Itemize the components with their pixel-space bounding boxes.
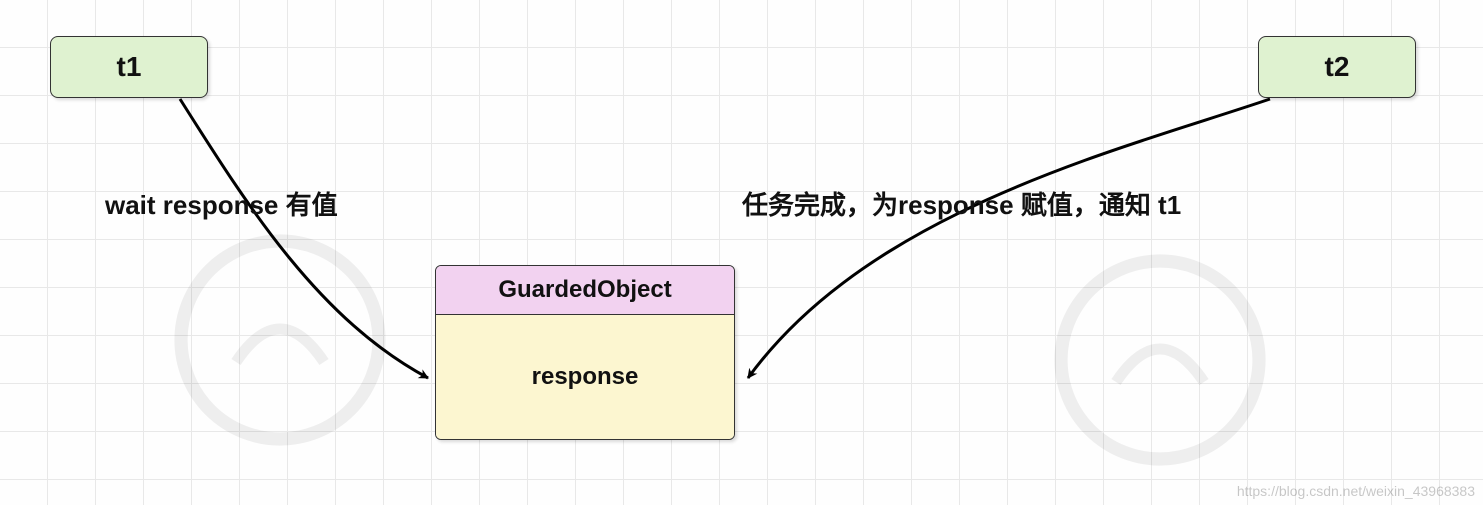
- watermark-url: https://blog.csdn.net/weixin_43968383: [1237, 483, 1475, 499]
- node-t1: t1: [50, 36, 208, 98]
- node-guarded-object: GuardedObject response: [435, 265, 735, 440]
- edge-t2-to-guarded: [748, 99, 1270, 378]
- node-t1-label: t1: [117, 51, 142, 83]
- edge-right-label: 任务完成，为response 赋值，通知 t1: [742, 185, 1181, 222]
- edge-t1-to-guarded: [180, 99, 428, 378]
- watermark-circle: [1050, 250, 1270, 470]
- node-t2: t2: [1258, 36, 1416, 98]
- watermark-circle: [170, 230, 390, 450]
- guarded-title: GuardedObject: [436, 266, 734, 315]
- edge-left-label: wait response 有值: [105, 185, 338, 222]
- guarded-body: response: [436, 315, 734, 439]
- node-t2-label: t2: [1325, 51, 1350, 83]
